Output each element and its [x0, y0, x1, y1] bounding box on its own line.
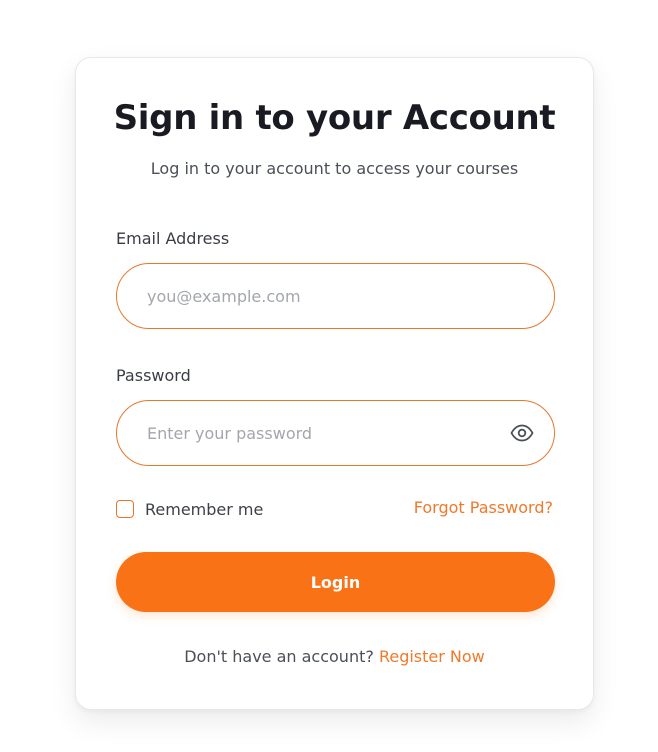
password-label: Password	[116, 366, 191, 385]
email-input[interactable]	[147, 264, 487, 328]
page-subtitle: Log in to your account to access your co…	[150, 159, 519, 178]
forgot-password-link[interactable]: Forgot Password?	[414, 498, 553, 517]
register-prompt: Don't have an account?	[184, 647, 374, 666]
register-row: Don't have an account? Register Now	[76, 647, 593, 666]
eye-icon[interactable]	[510, 421, 534, 445]
email-label: Email Address	[116, 229, 230, 248]
page-title: Sign in to your Account	[113, 98, 556, 138]
password-input[interactable]	[147, 401, 487, 465]
register-link[interactable]: Register Now	[379, 647, 485, 666]
remember-me-row[interactable]: Remember me	[116, 499, 263, 519]
login-button[interactable]: Login	[116, 552, 555, 612]
remember-me-checkbox[interactable]	[116, 500, 134, 518]
email-field-container	[116, 263, 555, 329]
remember-me-label: Remember me	[145, 499, 264, 519]
login-card: Sign in to your Account Log in to your a…	[75, 57, 594, 710]
password-field-container	[116, 400, 555, 466]
